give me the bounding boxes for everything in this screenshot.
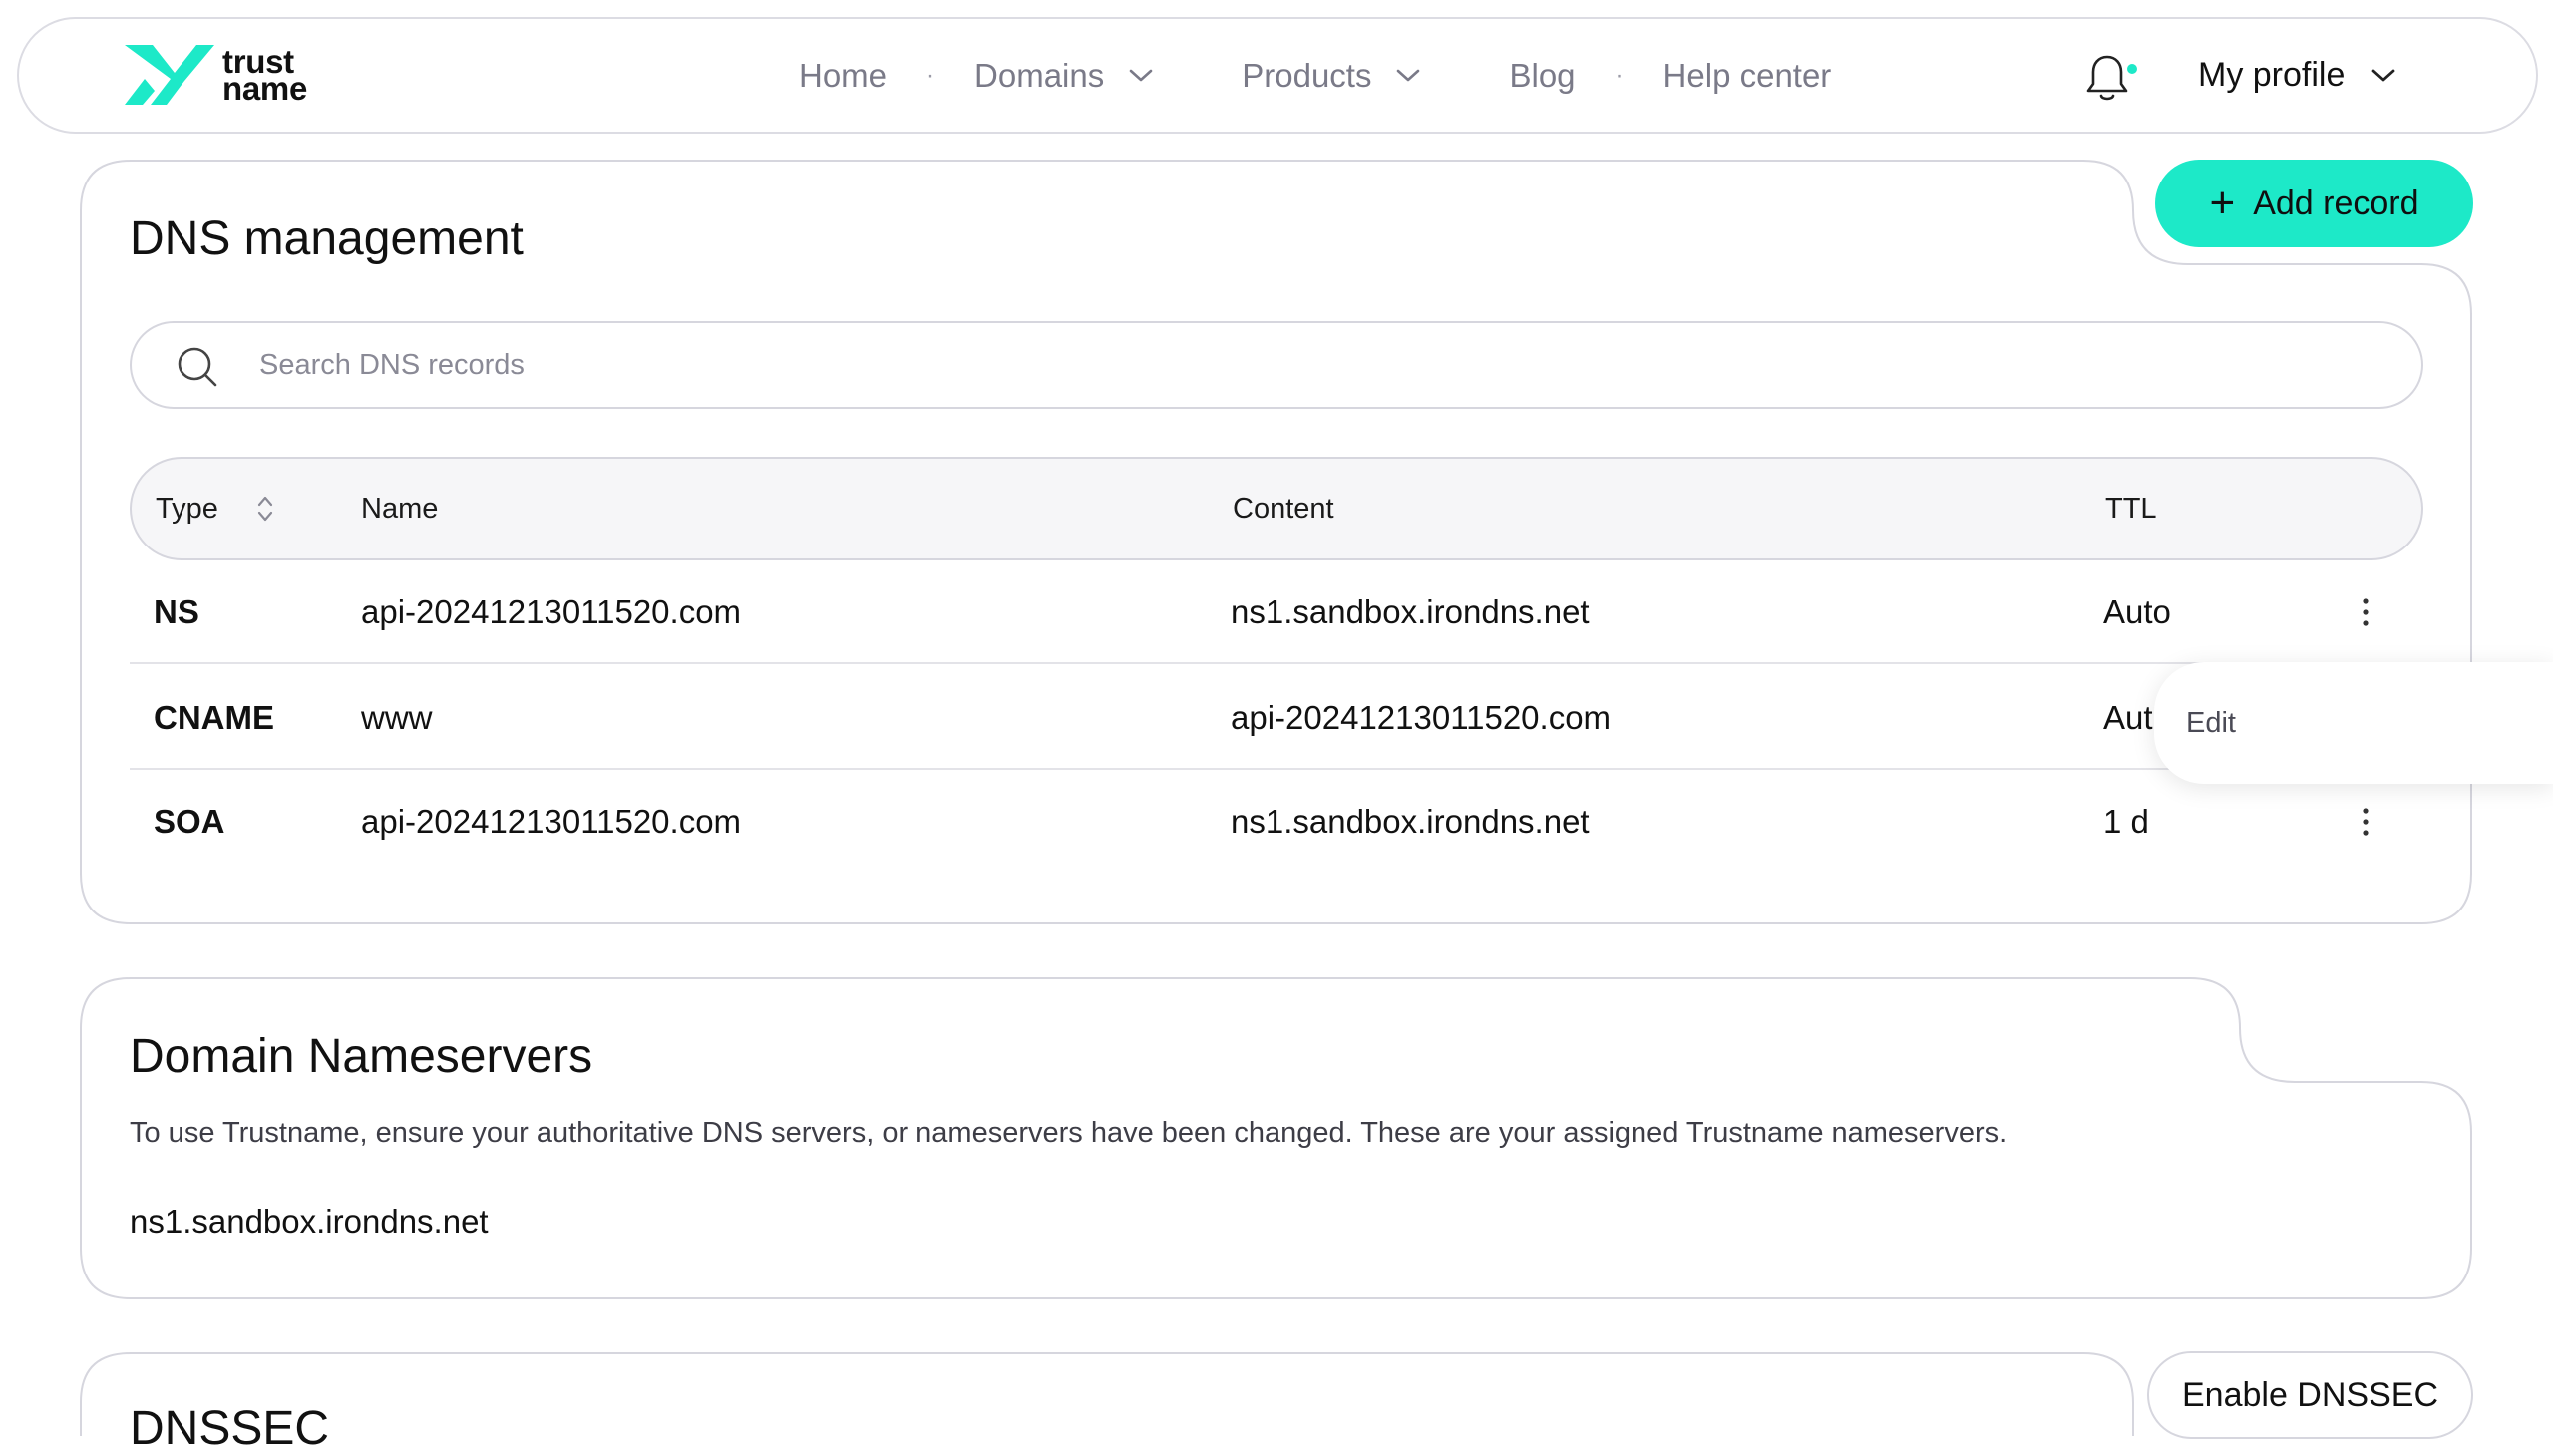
record-type: SOA (154, 803, 225, 840)
record-ttl: Aut (2103, 699, 2153, 736)
column-header-ttl: TTL (2105, 492, 2157, 525)
record-name: api-20241213011520.com (361, 593, 742, 630)
dns-table-row: CNAME www api-20241213011520.com Aut (130, 666, 2423, 770)
dns-search-box (130, 321, 2423, 409)
column-header-type[interactable]: Type (156, 459, 274, 558)
more-options-icon[interactable] (2348, 804, 2383, 840)
add-record-button[interactable]: + Add record (2155, 160, 2473, 247)
record-type: NS (154, 593, 199, 630)
record-content: ns1.sandbox.irondns.net (1231, 803, 1590, 840)
enable-dnssec-button[interactable]: Enable DNSSEC (2147, 1351, 2473, 1439)
nameservers-description: To use Trustname, ensure your authoritat… (130, 1117, 2007, 1149)
dnssec-card-outline (80, 1352, 2134, 1436)
nameserver-value: ns1.sandbox.irondns.net (130, 1203, 489, 1240)
dns-table-row: SOA api-20241213011520.com ns1.sandbox.i… (130, 770, 2423, 874)
column-header-name: Name (361, 492, 439, 525)
dns-table-header: Type Name Content TTL (130, 457, 2423, 560)
plus-icon: + (2209, 179, 2236, 227)
column-type-label: Type (156, 492, 218, 525)
record-type: CNAME (154, 699, 274, 736)
search-icon (178, 347, 217, 387)
record-name: api-20241213011520.com (361, 803, 742, 840)
record-content: ns1.sandbox.irondns.net (1231, 593, 1590, 630)
record-ttl: Auto (2103, 593, 2171, 630)
dnssec-title: DNSSEC (130, 1402, 330, 1455)
column-header-content: Content (1233, 492, 1334, 525)
row-actions-menu: Edit (2154, 662, 2553, 784)
add-record-label: Add record (2253, 183, 2419, 222)
nameservers-title: Domain Nameservers (130, 1030, 593, 1083)
record-content: api-20241213011520.com (1231, 699, 1612, 736)
record-ttl: 1 d (2103, 803, 2149, 840)
sort-icon (257, 496, 272, 522)
dns-management-title: DNS management (130, 212, 524, 265)
record-name: www (361, 699, 433, 736)
menu-item-edit[interactable]: Edit (2186, 707, 2236, 740)
more-options-icon[interactable] (2348, 594, 2383, 630)
dns-table-row: NS api-20241213011520.com ns1.sandbox.ir… (130, 560, 2423, 664)
dns-search-input[interactable] (257, 337, 2352, 393)
